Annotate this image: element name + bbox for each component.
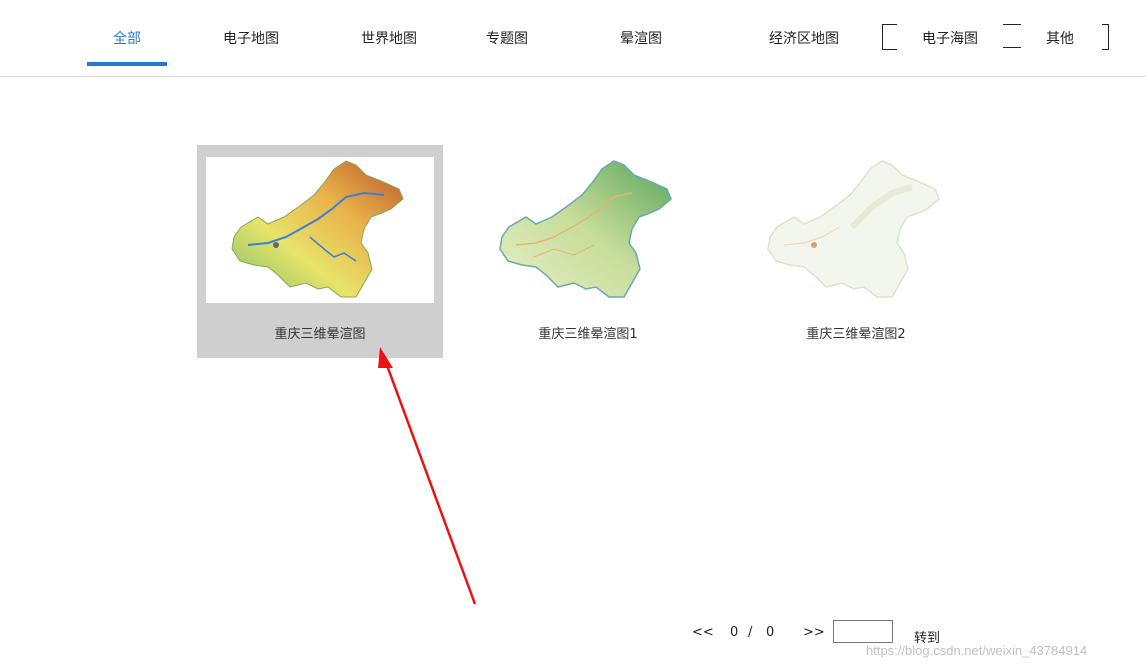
pager-separator: /	[748, 625, 753, 640]
pager-current-page: 0	[730, 625, 739, 640]
watermark-text: https://blog.csdn.net/weixin_43784914	[866, 643, 1088, 658]
annotation-arrow	[378, 347, 477, 605]
pager-total-pages: 0	[766, 625, 775, 640]
pager-next-button[interactable]: >>	[803, 625, 825, 640]
pager-prev-button[interactable]: <<	[692, 625, 714, 640]
page-number-input[interactable]	[833, 620, 893, 643]
